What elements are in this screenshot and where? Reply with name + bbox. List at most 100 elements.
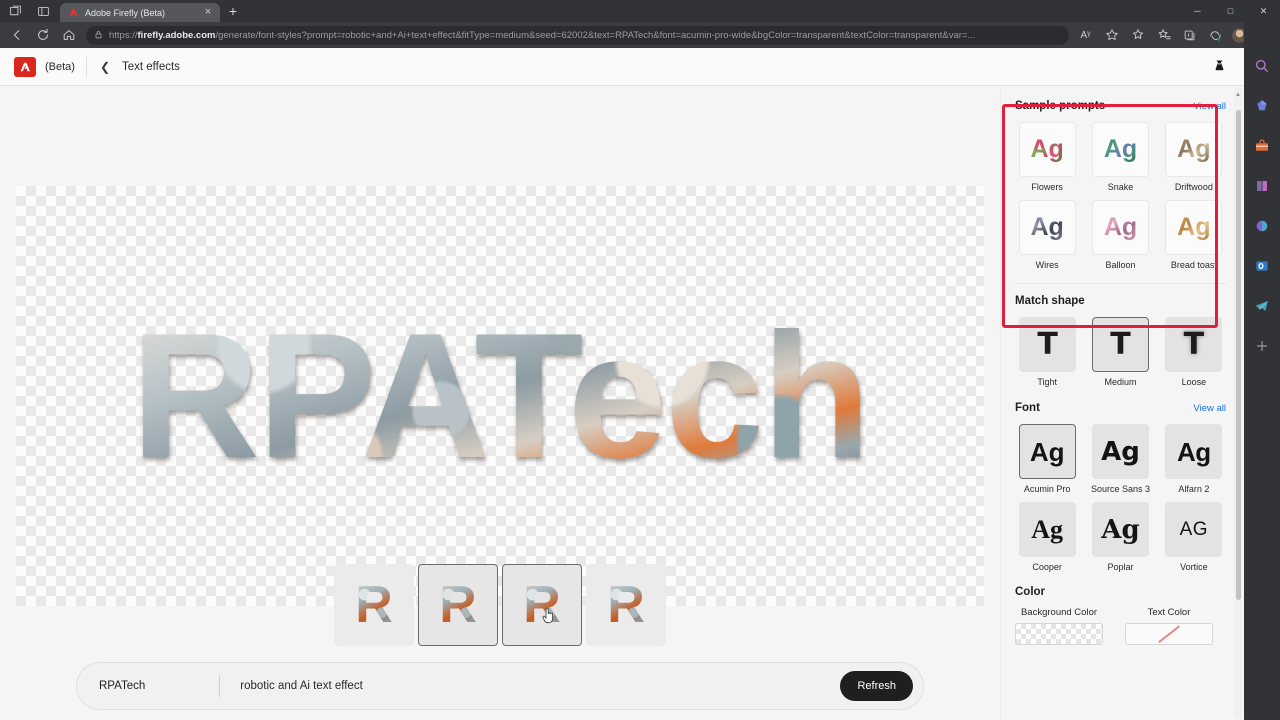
sample-label: Flowers <box>1031 182 1063 192</box>
sample-prompt-wires[interactable]: Ag Wires <box>1015 200 1079 270</box>
url-host: firefly.adobe.com <box>137 29 216 41</box>
add-app-icon[interactable] <box>1252 336 1272 356</box>
font-thumb[interactable]: Ag <box>1165 424 1223 479</box>
variation-glyph: R <box>355 576 393 634</box>
sample-prompt-bread-toast[interactable]: Ag Bread toast <box>1162 200 1226 270</box>
sample-thumb[interactable]: Ag <box>1018 200 1076 255</box>
font-thumb[interactable]: Ag <box>1018 424 1076 479</box>
new-tab-button[interactable]: + <box>224 3 242 21</box>
search-icon[interactable] <box>1252 56 1272 76</box>
browser-essentials-icon[interactable] <box>34 2 52 20</box>
font-acumin-pro[interactable]: Ag Acumin Pro <box>1015 424 1079 494</box>
sample-prompts-view-all[interactable]: View all <box>1193 101 1226 112</box>
sample-prompt-driftwood[interactable]: Ag Driftwood <box>1162 122 1226 192</box>
variation-thumb-4[interactable]: R <box>586 564 666 646</box>
sample-prompt-flowers[interactable]: Ag Flowers <box>1015 122 1079 192</box>
panel-scrollbar[interactable]: ▲ <box>1234 88 1242 718</box>
font-header: Font View all <box>1015 402 1226 414</box>
font-view-all[interactable]: View all <box>1193 403 1226 414</box>
refresh-button[interactable]: Refresh <box>840 671 913 701</box>
sample-prompts-title: Sample prompts <box>1015 100 1106 112</box>
url-scheme: https:// <box>109 29 138 41</box>
browser-tab[interactable]: Adobe Firefly (Beta) × <box>60 3 220 22</box>
address-bar[interactable]: https://firefly.adobe.com/generate/font-… <box>86 25 1069 45</box>
sample-thumb[interactable]: Ag <box>1165 200 1223 255</box>
sample-thumb[interactable]: Ag <box>1018 122 1076 177</box>
collections-icon[interactable] <box>1177 24 1202 46</box>
scroll-up-icon[interactable]: ▲ <box>1234 90 1242 100</box>
background-color-swatch[interactable] <box>1015 623 1103 645</box>
font-poplar[interactable]: Ag Poplar <box>1088 502 1152 572</box>
sample-thumb[interactable]: Ag <box>1165 122 1223 177</box>
sample-thumb[interactable]: Ag <box>1091 122 1149 177</box>
sample-glyph: Ag <box>1103 135 1138 163</box>
variation-glyph: R <box>607 576 645 634</box>
font-thumb[interactable]: Ag <box>1018 502 1076 557</box>
variation-thumb-3[interactable]: R <box>502 564 582 646</box>
home-button[interactable] <box>56 24 82 46</box>
header-divider <box>85 56 87 77</box>
url-path: /generate/font-styles?prompt=robotic+and… <box>215 29 976 41</box>
sample-prompt-balloon[interactable]: Ag Balloon <box>1088 200 1152 270</box>
match-shape-grid: T Tight T Medium T Loose <box>1015 317 1226 387</box>
font-alfarn-2[interactable]: Ag Alfarn 2 <box>1162 424 1226 494</box>
match-shape-loose[interactable]: T Loose <box>1162 317 1226 387</box>
font-thumb[interactable]: AG <box>1165 502 1223 557</box>
match-shape-medium[interactable]: T Medium <box>1088 317 1152 387</box>
copilot-icon[interactable] <box>1252 96 1272 116</box>
close-button[interactable]: ✕ <box>1247 0 1280 22</box>
page-title: Text effects <box>121 60 180 73</box>
copilot-icon[interactable] <box>1203 24 1228 46</box>
maximize-button[interactable]: □ <box>1214 0 1247 22</box>
match-shape-tight[interactable]: T Tight <box>1015 317 1079 387</box>
hero-text-preview[interactable]: RPATech <box>16 186 984 606</box>
font-source-sans-3[interactable]: Ag Source Sans 3 <box>1088 424 1152 494</box>
scrollbar-thumb[interactable] <box>1235 110 1241 600</box>
tab-close-icon[interactable]: × <box>202 6 214 19</box>
star-icon[interactable] <box>1099 24 1124 46</box>
match-shape-label: Loose <box>1181 377 1207 387</box>
telegram-icon[interactable] <box>1252 296 1272 316</box>
adobe-logo-icon[interactable] <box>14 56 36 77</box>
match-shape-thumb[interactable]: T <box>1091 317 1149 372</box>
font-vortice[interactable]: AG Vortice <box>1162 502 1226 572</box>
match-shape-thumb[interactable]: T <box>1018 317 1076 372</box>
task-view-icon[interactable] <box>6 2 24 20</box>
browser-titlebar: Adobe Firefly (Beta) × + ─ □ ✕ <box>0 0 1280 22</box>
browser-window: Adobe Firefly (Beta) × + ─ □ ✕ https://f… <box>0 0 1280 720</box>
sample-thumb[interactable]: Ag <box>1091 200 1149 255</box>
favorites-list-icon[interactable] <box>1151 24 1176 46</box>
font-thumb[interactable]: Ag <box>1091 424 1149 479</box>
browser-navbar: https://firefly.adobe.com/generate/font-… <box>0 22 1280 48</box>
match-shape-thumb[interactable]: T <box>1165 317 1223 372</box>
sample-prompt-snake[interactable]: Ag Snake <box>1088 122 1152 192</box>
app-header: (Beta) ❮ Text effects <box>0 48 1244 86</box>
shopping-icon[interactable] <box>1252 136 1272 156</box>
back-button[interactable] <box>4 24 30 46</box>
announcements-icon[interactable] <box>1208 56 1230 78</box>
match-shape-label: Tight <box>1037 377 1057 387</box>
read-aloud-icon[interactable]: Aᵞ <box>1073 24 1098 46</box>
color-header: Color <box>1015 586 1226 598</box>
text-input-value[interactable]: RPATech <box>99 680 145 692</box>
outlook-icon[interactable] <box>1252 256 1272 276</box>
variation-strip: R R R R <box>0 562 1000 648</box>
minimize-button[interactable]: ─ <box>1181 0 1214 22</box>
image-creator-icon[interactable] <box>1252 216 1272 236</box>
chevron-left-icon[interactable]: ❮ <box>98 60 112 74</box>
split-screen-icon[interactable] <box>1125 24 1150 46</box>
variation-thumb-2[interactable]: R <box>418 564 498 646</box>
font-cooper[interactable]: Ag Cooper <box>1015 502 1079 572</box>
prompt-input-value[interactable]: robotic and Ai text effect <box>240 680 840 692</box>
font-grid: Ag Acumin Pro Ag Source Sans 3 Ag Alfarn… <box>1015 424 1226 572</box>
text-color-swatch[interactable] <box>1125 623 1213 645</box>
font-label: Poplar <box>1107 562 1134 572</box>
sample-glyph: Ag <box>1030 213 1064 241</box>
reload-button[interactable] <box>30 24 56 46</box>
font-label: Alfarn 2 <box>1178 484 1210 494</box>
games-icon[interactable] <box>1252 176 1272 196</box>
background-color-control: Background Color <box>1015 607 1103 645</box>
font-thumb[interactable]: Ag <box>1091 502 1149 557</box>
windows-sidebar <box>1244 22 1280 720</box>
variation-thumb-1[interactable]: R <box>334 564 414 646</box>
